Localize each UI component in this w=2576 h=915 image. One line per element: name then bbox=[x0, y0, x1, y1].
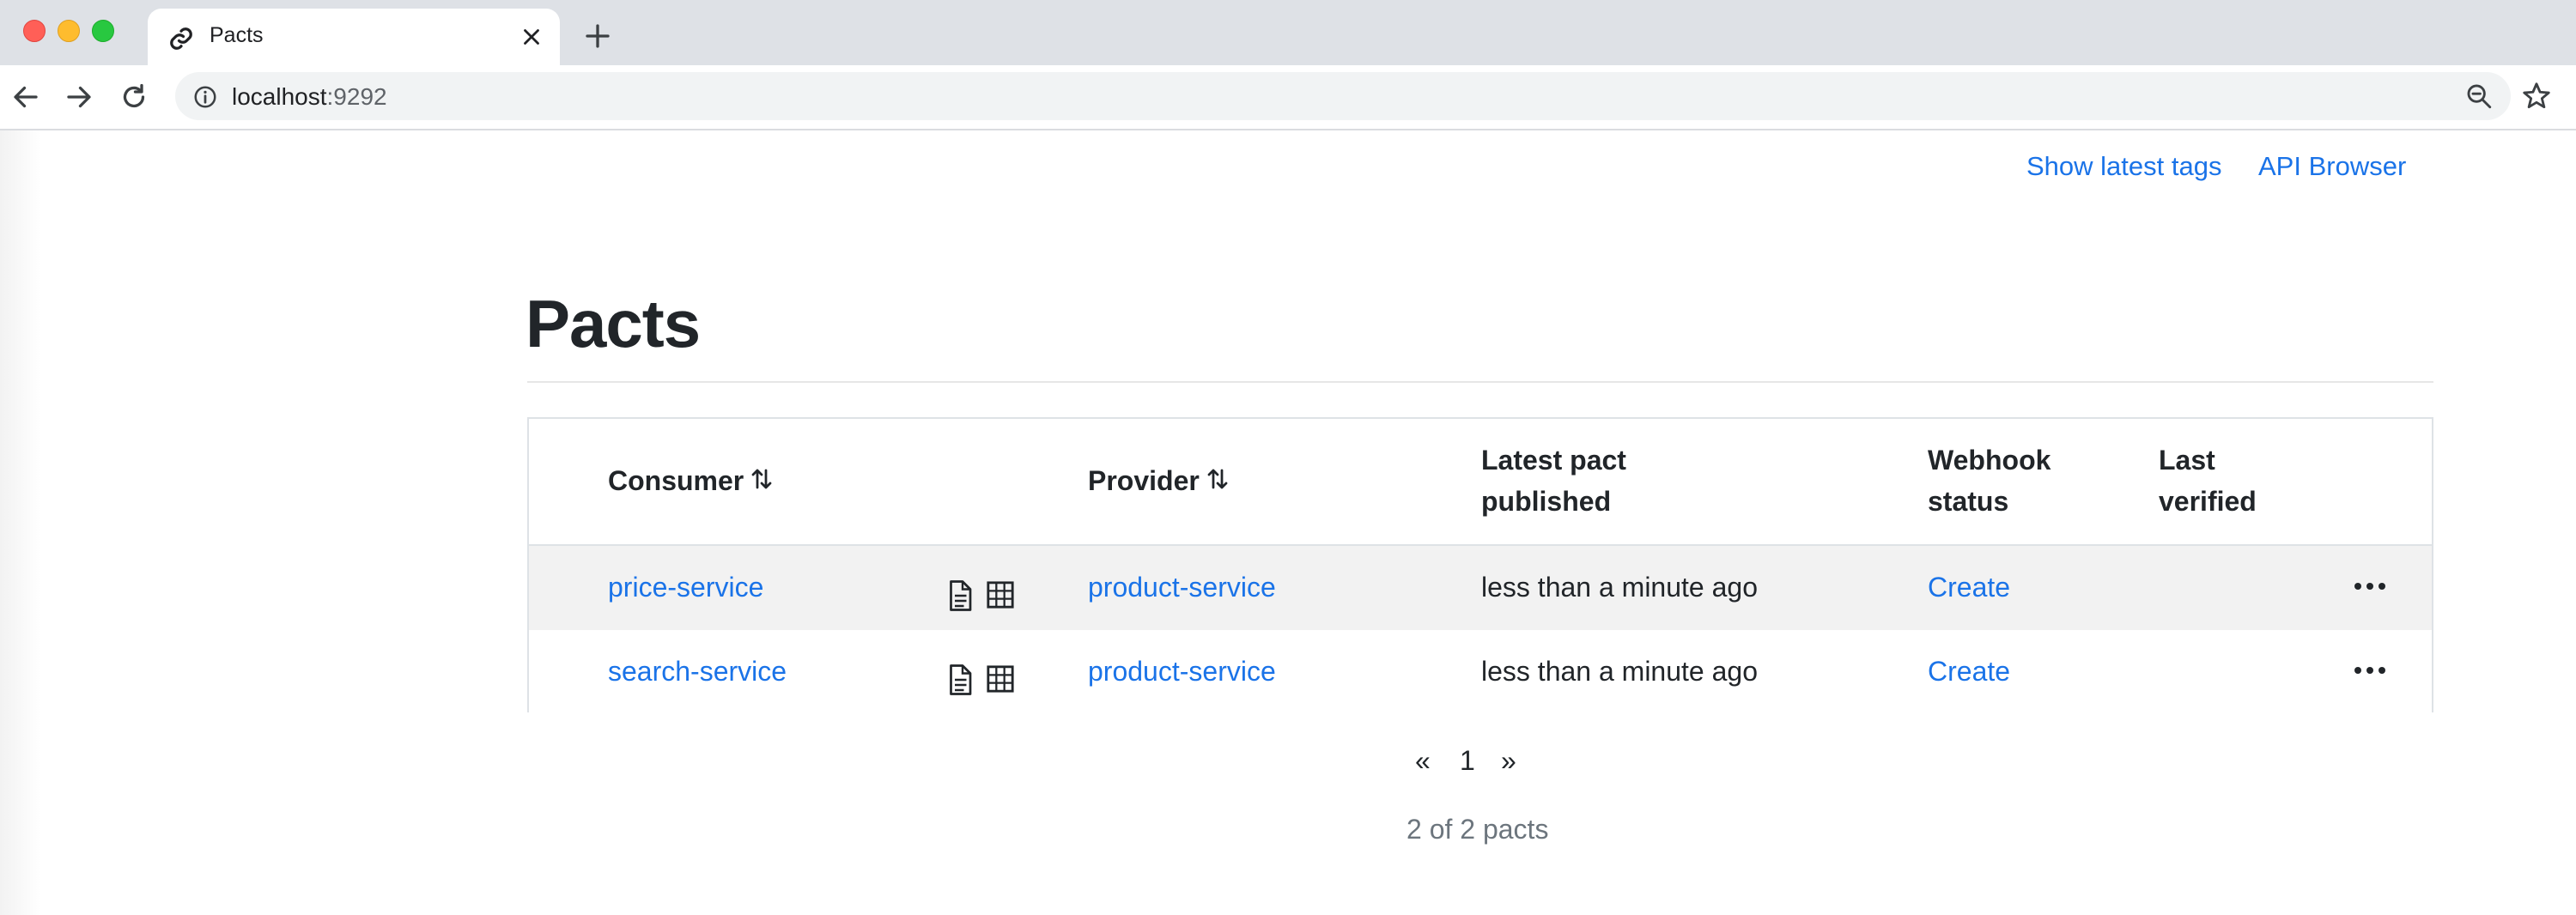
document-icon[interactable] bbox=[946, 580, 974, 611]
link-icon bbox=[170, 27, 192, 50]
published-time: less than a minute ago bbox=[1481, 656, 1758, 687]
column-header-last-verified-line1: Last bbox=[2159, 445, 2215, 476]
tab-title: Pacts bbox=[210, 23, 264, 47]
window-close-button[interactable] bbox=[23, 20, 46, 42]
forward-icon[interactable] bbox=[64, 82, 94, 112]
column-header-latest-pact: Latest pact published bbox=[1481, 439, 1626, 522]
window-minimize-button[interactable] bbox=[58, 20, 80, 42]
column-header-latest-pact-line2: published bbox=[1481, 486, 1612, 517]
column-header-provider[interactable]: Provider bbox=[1088, 460, 1230, 501]
column-header-webhook-line2: status bbox=[1928, 486, 2009, 517]
provider-link[interactable]: product-service bbox=[1088, 654, 1276, 688]
left-edge-shadow bbox=[0, 130, 41, 915]
consumer-link[interactable]: price-service bbox=[608, 570, 763, 604]
bookmark-star-icon[interactable] bbox=[2520, 80, 2553, 112]
column-header-latest-pact-line1: Latest pact bbox=[1481, 445, 1626, 476]
api-browser-link[interactable]: API Browser bbox=[2258, 151, 2406, 182]
consumer-link[interactable]: search-service bbox=[608, 654, 787, 688]
zoom-out-icon[interactable] bbox=[2464, 82, 2494, 111]
document-icon[interactable] bbox=[946, 664, 974, 695]
more-icon[interactable] bbox=[2353, 580, 2387, 592]
window-maximize-button[interactable] bbox=[92, 20, 114, 42]
grid-icon[interactable] bbox=[986, 664, 1015, 694]
create-webhook-link[interactable]: Create bbox=[1928, 654, 2010, 688]
pagination-next[interactable]: » bbox=[1501, 745, 1516, 777]
url-host: localhost bbox=[232, 83, 327, 110]
grid-icon[interactable] bbox=[986, 580, 1015, 609]
close-icon[interactable] bbox=[519, 24, 544, 50]
browser-tab[interactable]: Pacts bbox=[148, 9, 560, 65]
table-row: search-service product-service less than… bbox=[529, 630, 2432, 714]
sort-icon[interactable] bbox=[749, 466, 775, 492]
address-bar[interactable]: localhost:9292 bbox=[175, 72, 2511, 120]
column-header-last-verified: Last verified bbox=[2159, 439, 2257, 522]
title-divider bbox=[527, 381, 2433, 383]
browser-tab-bar: Pacts bbox=[0, 0, 2576, 65]
url-text[interactable]: localhost:9292 bbox=[232, 83, 387, 111]
provider-link[interactable]: product-service bbox=[1088, 570, 1276, 604]
back-icon[interactable] bbox=[10, 82, 41, 112]
column-header-provider-label: Provider bbox=[1088, 465, 1200, 496]
info-icon[interactable] bbox=[192, 84, 218, 110]
column-header-consumer[interactable]: Consumer bbox=[608, 460, 775, 501]
pagination-page-1[interactable]: 1 bbox=[1460, 745, 1475, 777]
column-header-webhook-status: Webhook status bbox=[1928, 439, 2050, 522]
browser-toolbar: localhost:9292 bbox=[0, 65, 2576, 130]
sort-icon[interactable] bbox=[1205, 466, 1230, 492]
column-header-last-verified-line2: verified bbox=[2159, 486, 2257, 517]
page-title: Pacts bbox=[526, 286, 701, 361]
column-header-consumer-label: Consumer bbox=[608, 465, 744, 496]
url-port: :9292 bbox=[326, 83, 387, 110]
reload-icon[interactable] bbox=[118, 82, 149, 112]
new-tab-icon[interactable] bbox=[582, 21, 613, 52]
table-header: Consumer Provider Latest pact published … bbox=[529, 419, 2432, 547]
more-icon[interactable] bbox=[2353, 664, 2387, 676]
create-webhook-link[interactable]: Create bbox=[1928, 570, 2010, 604]
pacts-table: Consumer Provider Latest pact published … bbox=[527, 417, 2433, 714]
published-time: less than a minute ago bbox=[1481, 572, 1758, 603]
pagination-prev[interactable]: « bbox=[1415, 745, 1431, 777]
table-row: price-service product-service less than … bbox=[529, 546, 2432, 632]
show-latest-tags-link[interactable]: Show latest tags bbox=[2026, 151, 2221, 182]
column-header-webhook-line1: Webhook bbox=[1928, 445, 2051, 476]
pacts-count: 2 of 2 pacts bbox=[1406, 814, 1549, 845]
